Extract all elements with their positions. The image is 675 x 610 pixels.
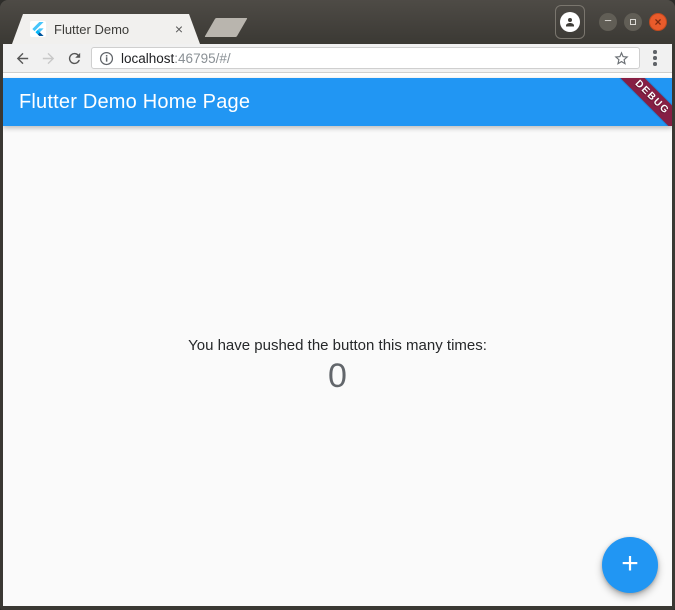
star-icon: [613, 50, 630, 67]
counter-caption: You have pushed the button this many tim…: [188, 337, 487, 354]
url-path: :46795/#/: [174, 51, 230, 66]
counter-value: 0: [328, 357, 347, 396]
menu-dots-icon: [653, 50, 657, 54]
app-body: You have pushed the button this many tim…: [3, 126, 672, 606]
window-controls: − ×: [555, 0, 667, 44]
page-viewport: Flutter Demo Home Page DEBUG You have pu…: [3, 73, 672, 606]
profile-button[interactable]: [555, 5, 585, 39]
close-icon: ×: [654, 16, 661, 28]
page-title: Flutter Demo Home Page: [19, 91, 250, 114]
debug-banner: DEBUG: [593, 78, 672, 126]
new-tab-button[interactable]: [205, 18, 248, 37]
back-button[interactable]: [9, 46, 35, 70]
navigation-toolbar: localhost:46795/#/: [3, 44, 672, 73]
maximize-icon: [630, 19, 636, 25]
tab-close-icon[interactable]: ×: [174, 22, 184, 36]
plus-icon: +: [621, 549, 639, 579]
page-info-icon[interactable]: [99, 51, 114, 66]
increment-fab-button[interactable]: +: [602, 537, 658, 593]
avatar: [560, 12, 580, 32]
maximize-button[interactable]: [624, 13, 642, 31]
minimize-button[interactable]: −: [599, 13, 617, 31]
close-button[interactable]: ×: [649, 13, 667, 31]
url-host: localhost: [121, 51, 174, 66]
reload-button[interactable]: [61, 46, 87, 70]
tab-title: Flutter Demo: [54, 22, 174, 37]
minimize-icon: −: [604, 15, 612, 27]
back-arrow-icon: [14, 50, 31, 67]
browser-window: Flutter Demo × − ×: [0, 0, 675, 610]
browser-tab[interactable]: Flutter Demo ×: [12, 14, 200, 44]
browser-menu-button[interactable]: [646, 46, 664, 70]
flutter-favicon-icon: [30, 21, 46, 37]
forward-button[interactable]: [35, 46, 61, 70]
forward-arrow-icon: [40, 50, 57, 67]
titlebar: Flutter Demo × − ×: [0, 0, 675, 44]
bookmark-button[interactable]: [611, 48, 631, 68]
app-bar: Flutter Demo Home Page DEBUG: [3, 78, 672, 126]
reload-icon: [66, 50, 83, 67]
address-bar[interactable]: localhost:46795/#/: [91, 47, 640, 69]
